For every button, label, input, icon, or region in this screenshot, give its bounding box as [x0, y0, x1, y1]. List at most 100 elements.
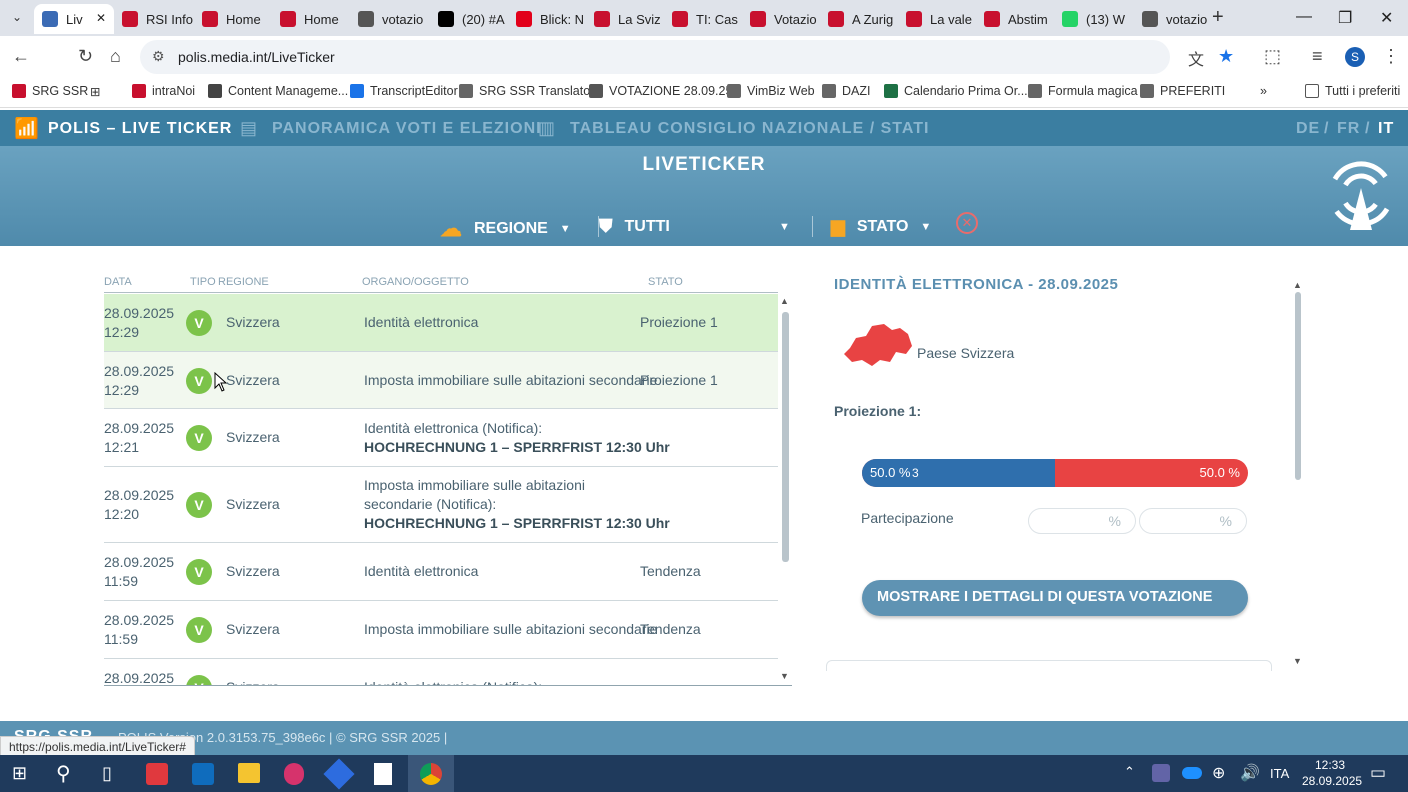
windows-start-icon[interactable]: ⊞: [12, 763, 27, 784]
clock-time[interactable]: 12:33: [1315, 758, 1345, 772]
volume-icon[interactable]: 🔊: [1240, 763, 1260, 783]
row-date: 28.09.2025: [104, 554, 175, 570]
task-view-icon[interactable]: ▯: [102, 763, 112, 784]
mouse-cursor-icon: [214, 372, 228, 392]
row-date: 28.09.2025: [104, 362, 175, 379]
chrome-icon: [420, 763, 442, 785]
tab-favicon-icon: [906, 11, 922, 27]
ticker-scrollbar-thumb[interactable]: [782, 312, 789, 562]
app-icon-1[interactable]: [146, 763, 168, 785]
ticker-row[interactable]: 28.09.2025 12:20 V Svizzera Imposta immobili…: [104, 467, 778, 543]
app-icon-3[interactable]: [323, 758, 355, 790]
media-icon[interactable]: ≡: [1312, 46, 1323, 67]
ticker-row[interactable]: 28.09.2025 12:29 V Svizzera Identità elettro…: [104, 294, 778, 352]
tab-favicon-icon: [1062, 11, 1078, 27]
bar-chart-icon: ▆: [831, 216, 845, 236]
ticker-row[interactable]: 28.09.2025 11:59 V Svizzera Identità elettro…: [104, 543, 778, 601]
row-region: Svizzera: [226, 314, 280, 330]
maximize-icon[interactable]: ❐: [1338, 8, 1352, 28]
search-icon[interactable]: ⚲: [56, 761, 71, 786]
lang-fr[interactable]: FR: [1337, 120, 1360, 138]
detail-panel: IDENTITÀ ELETTRONICA - 28.09.2025 Paese …: [826, 266, 1296, 671]
ticker-bottom-line: [104, 685, 792, 686]
outlook-icon[interactable]: [192, 763, 214, 785]
app-icon-4[interactable]: [374, 763, 392, 785]
more-bookmarks-icon[interactable]: »: [1260, 84, 1267, 98]
app-icon-2[interactable]: [284, 763, 304, 785]
folder-icon: [1305, 84, 1319, 98]
bookmark-icon: [822, 84, 836, 98]
row-status: Tendenza: [640, 563, 701, 579]
lang-de[interactable]: DE: [1296, 120, 1320, 138]
scroll-up-icon[interactable]: ▲: [780, 296, 789, 306]
browser-tab[interactable]: La vale: [898, 4, 976, 34]
row-status: Proiezione 1: [640, 371, 718, 388]
row-subject: Identità elettronica: [364, 314, 479, 330]
browser-tab[interactable]: A Zurig: [820, 4, 898, 34]
state-filter-label: STATO: [856, 217, 909, 235]
country-label: Paese Svizzera: [917, 345, 1015, 361]
row-date: 28.09.2025: [104, 612, 175, 628]
bookmark-item[interactable]: PREFERITI: [1140, 84, 1225, 98]
row-time: 12:20: [104, 506, 140, 522]
tab-favicon-icon: [828, 11, 844, 27]
percent-sign: %: [1219, 513, 1232, 529]
lang-sep: /: [1324, 120, 1330, 137]
type-badge: V: [186, 310, 212, 336]
detail-scrollbar-thumb[interactable]: [1295, 292, 1301, 480]
menu-icon[interactable]: ⋮: [1382, 46, 1400, 67]
row-subject: Imposta immobiliare sulle abitazioni sec…: [364, 621, 658, 637]
detail-scroll-up-icon[interactable]: ▲: [1293, 280, 1302, 290]
all-bookmarks[interactable]: Tutti i preferiti: [1305, 84, 1400, 98]
browser-tab[interactable]: (13) W: [1054, 4, 1134, 34]
ticker-row[interactable]: 28.09.2025 12:29 V Svizzera Imposta immobili…: [104, 352, 778, 409]
state-filter[interactable]: ▆ STATO ▼: [812, 216, 931, 237]
translate-icon[interactable]: 文: [1188, 46, 1204, 70]
row-time: 12:21: [104, 439, 140, 455]
tab-label: La vale: [930, 11, 972, 27]
row-time: 12:29: [104, 381, 140, 398]
extensions-icon[interactable]: ⬚: [1264, 46, 1281, 67]
yes-percent: 50.0 %: [870, 465, 911, 480]
row-time: 12:29: [104, 324, 140, 340]
profile-avatar[interactable]: S: [1345, 47, 1365, 67]
chrome-taskbar-button[interactable]: [408, 755, 454, 792]
turnout-field-2: %: [1139, 508, 1247, 534]
onedrive-icon[interactable]: [1182, 767, 1202, 779]
file-explorer-icon[interactable]: [238, 763, 260, 783]
type-badge: V: [186, 492, 212, 518]
bookmark-item[interactable]: DAZI: [822, 84, 870, 98]
scroll-down-icon[interactable]: ▼: [780, 671, 789, 681]
notifications-icon[interactable]: ▭: [1370, 763, 1386, 783]
ticker-row[interactable]: 28.09.2025VSvizzeraIdentità elettronica …: [104, 659, 778, 686]
turnout-label: Partecipazione: [861, 510, 954, 526]
tray-chevron-icon[interactable]: ⌃: [1124, 764, 1135, 780]
ticker-row[interactable]: 28.09.2025 12:21 V Svizzera Identità elettro…: [104, 409, 778, 467]
detail-title: IDENTITÀ ELETTRONICA - 28.09.2025: [834, 276, 1119, 293]
teams-icon[interactable]: [1152, 764, 1170, 782]
bookmark-label: Calendario Prima Or...: [904, 84, 1028, 98]
browser-tab[interactable]: votazio: [1134, 4, 1212, 34]
bookmark-star-icon[interactable]: ★: [1218, 46, 1234, 67]
row-date: 28.09.2025: [104, 305, 175, 321]
bookmark-item[interactable]: Calendario Prima Or...: [884, 84, 1028, 98]
network-icon[interactable]: ⊕: [1212, 763, 1225, 783]
ticker-row[interactable]: 28.09.2025 11:59 V Svizzera Imposta immobili…: [104, 601, 778, 659]
clock-date[interactable]: 28.09.2025: [1302, 774, 1362, 788]
detail-scroll-down-icon[interactable]: ▼: [1293, 656, 1302, 666]
new-tab-button[interactable]: +: [1212, 6, 1224, 29]
lang-it[interactable]: IT: [1378, 120, 1394, 138]
show-details-button[interactable]: MOSTRARE I DETTAGLI DI QUESTA VOTAZIONE: [862, 580, 1248, 616]
tab-label: Abstim: [1008, 11, 1048, 27]
clear-filter-icon[interactable]: ✕: [956, 212, 978, 234]
result-bar[interactable]: 50.0 % 3 50.0 %: [862, 459, 1248, 487]
tab-favicon-icon: [1142, 11, 1158, 27]
close-window-icon[interactable]: ✕: [1380, 8, 1393, 28]
taskbar: ⊞ ⚲ ▯ ⌃ ⊕ 🔊 ITA 12:33 28.09.2025 ▭: [0, 755, 1408, 792]
minimize-icon[interactable]: —: [1296, 8, 1312, 26]
switzerland-map-icon[interactable]: [842, 320, 916, 368]
row-subject: Imposta immobiliare sulle abitazioni sec…: [364, 371, 658, 388]
bookmark-item[interactable]: Formula magica: [1028, 84, 1138, 98]
browser-tab[interactable]: Abstim: [976, 4, 1054, 34]
input-language[interactable]: ITA: [1270, 766, 1289, 781]
